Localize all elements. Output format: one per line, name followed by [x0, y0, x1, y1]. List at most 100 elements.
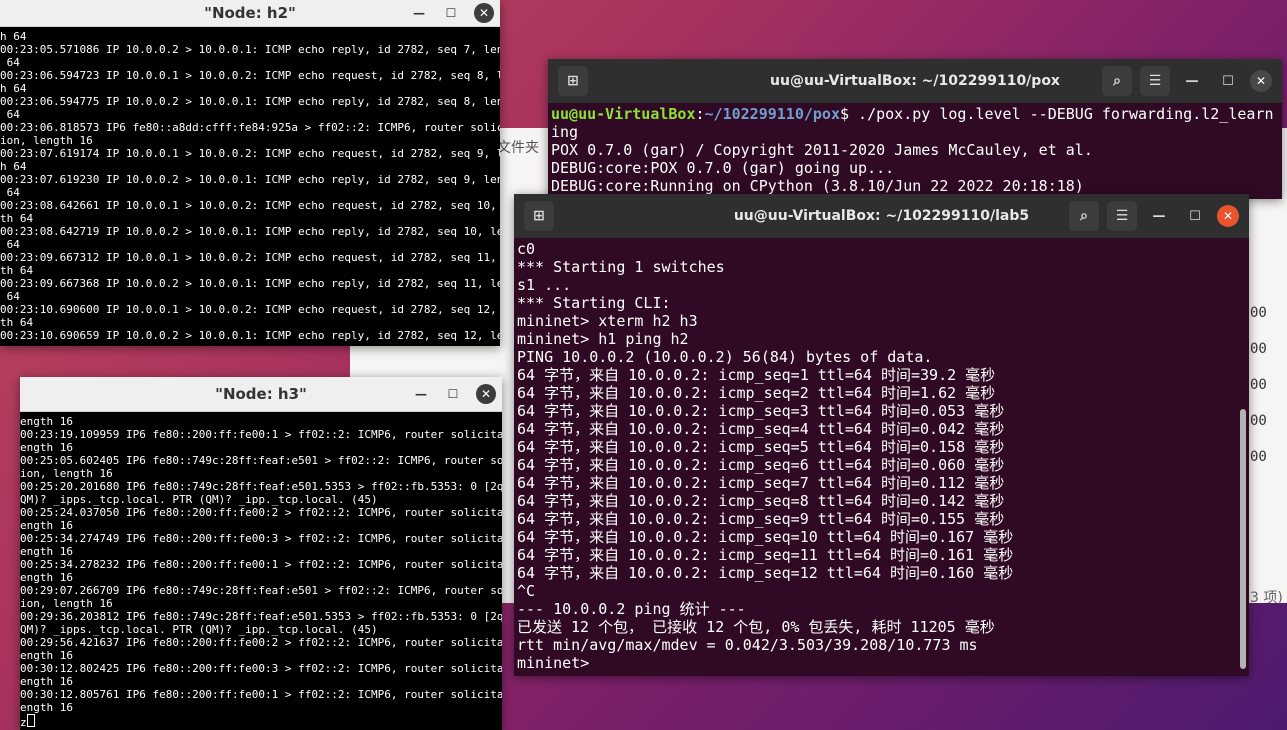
output-line: 00:29:07.266709 IP6 fe80::749c:28ff:feaf…	[20, 584, 502, 597]
output-line: 00:23:05.571086 IP 10.0.0.2 > 10.0.0.1: …	[0, 43, 500, 56]
new-tab-icon[interactable]: ⊞	[524, 201, 554, 231]
terminal-titlebar-lab5[interactable]: ⊞ uu@uu-VirtualBox: ~/102299110/lab5 ⌕ ☰…	[514, 194, 1249, 238]
output-line: --- 10.0.0.2 ping 统计 ---	[517, 600, 746, 618]
search-icon[interactable]: ⌕	[1102, 66, 1132, 96]
output-line: DEBUG:core:Running on CPython (3.8.10/Ju…	[551, 177, 1084, 195]
minimize-icon[interactable]: —	[412, 385, 430, 403]
minimize-icon[interactable]: —	[410, 4, 428, 22]
window-title: uu@uu-VirtualBox: ~/102299110/pox	[770, 73, 1060, 89]
terminal-window-pox[interactable]: ⊞ uu@uu-VirtualBox: ~/102299110/pox ⌕ ☰ …	[548, 59, 1282, 199]
output-line: h 64	[0, 82, 27, 95]
output-line: POX 0.7.0 (gar) / Copyright 2011-2020 Ja…	[551, 141, 1093, 159]
maximize-icon[interactable]: ☐	[442, 4, 460, 22]
output-line: ength 16	[20, 545, 73, 558]
output-line: 64	[0, 290, 20, 303]
output-line: 00:23:06.818573 IP6 fe80::a8dd:cfff:fe84…	[0, 121, 500, 134]
close-icon[interactable]: ✕	[474, 3, 494, 23]
search-icon[interactable]: ⌕	[1069, 201, 1099, 231]
close-icon[interactable]: ✕	[1217, 205, 1239, 227]
output-line: 00:29:56.421637 IP6 fe80::200:ff:fe00:2 …	[20, 636, 502, 649]
minimize-icon[interactable]: —	[1145, 202, 1173, 230]
maximize-icon[interactable]: ☐	[444, 385, 462, 403]
output-line: 64 字节，来自 10.0.0.2: icmp_seq=7 ttl=64 时间=…	[517, 474, 1005, 492]
output-line: rtt min/avg/max/mdev = 0.042/3.503/39.20…	[517, 636, 978, 654]
file-manager-partial-column: 00 00 00 00 00	[1250, 305, 1267, 465]
prompt-text: z	[20, 716, 27, 729]
terminal-output-pox[interactable]: uu@uu-VirtualBox:~/102299110/pox$ ./pox.…	[548, 103, 1282, 199]
output-line: 64	[0, 186, 20, 199]
output-line: ength 16	[20, 649, 73, 662]
output-line: 00:30:12.805761 IP6 fe80::200:ff:fe00:1 …	[20, 688, 502, 701]
output-line: 00:30:12.802425 IP6 fe80::200:ff:fe00:3 …	[20, 662, 502, 675]
output-line: 00:23:19.109959 IP6 fe80::200:ff:fe00:1 …	[20, 428, 502, 441]
output-line: ing	[551, 123, 579, 141]
output-line: h 64	[0, 160, 27, 173]
xterm-titlebar-h3[interactable]: "Node: h3" — ☐ ✕	[20, 377, 502, 412]
output-line: 00:23:09.667368 IP 10.0.0.2 > 10.0.0.1: …	[0, 277, 500, 290]
cursor	[26, 714, 35, 727]
close-icon[interactable]: ✕	[1250, 70, 1272, 92]
output-line: th 64	[0, 264, 34, 277]
output-line: ^C	[517, 582, 536, 600]
xterm-output-h2[interactable]: h 64 00:23:05.571086 IP 10.0.0.2 > 10.0.0…	[0, 27, 500, 346]
output-line: 00:25:24.037050 IP6 fe80::200:ff:fe00:2 …	[20, 506, 502, 519]
xterm-titlebar-h2[interactable]: "Node: h2" — ☐ ✕	[0, 0, 500, 27]
menu-icon[interactable]: ☰	[1140, 66, 1170, 96]
output-line: QM)? _ipps._tcp.local. PTR (QM)? _ipp._t…	[20, 493, 378, 506]
output-line: ion, length 16	[0, 134, 93, 147]
minimize-icon[interactable]: —	[1178, 67, 1206, 95]
close-icon[interactable]: ✕	[476, 384, 496, 404]
terminal-output-lab5[interactable]: c0 *** Starting 1 switches s1 ... *** Start…	[514, 238, 1249, 674]
maximize-icon[interactable]: ☐	[1181, 202, 1209, 230]
output-line: QM)? _ipps._tcp.local. PTR (QM)? _ipp._t…	[20, 623, 378, 636]
output-line: ion, length 16	[20, 467, 113, 480]
output-line: 00:23:06.594723 IP 10.0.0.1 > 10.0.0.2: …	[0, 69, 500, 82]
output-line: ength 16	[20, 415, 73, 428]
output-line: mininet>	[517, 654, 599, 672]
output-line: 00:23:09.667312 IP 10.0.0.1 > 10.0.0.2: …	[0, 251, 500, 264]
output-line: 64 字节，来自 10.0.0.2: icmp_seq=5 ttl=64 时间=…	[517, 438, 1005, 456]
output-line: 64 字节，来自 10.0.0.2: icmp_seq=3 ttl=64 时间=…	[517, 402, 1005, 420]
output-line: 00:25:34.274749 IP6 fe80::200:ff:fe00:3 …	[20, 532, 502, 545]
output-line: 00:25:20.201680 IP6 fe80::749c:28ff:feaf…	[20, 480, 502, 493]
item-count-label: 3 项)	[1250, 590, 1283, 606]
output-line: 64 字节，来自 10.0.0.2: icmp_seq=11 ttl=64 时间…	[517, 546, 1014, 564]
output-line: 00:25:34.278232 IP6 fe80::200:ff:fe00:1 …	[20, 558, 502, 571]
window-title: uu@uu-VirtualBox: ~/102299110/lab5	[733, 208, 1030, 224]
window-title: "Node: h3"	[215, 385, 307, 403]
output-line: 64 字节，来自 10.0.0.2: icmp_seq=6 ttl=64 时间=…	[517, 456, 1005, 474]
menu-icon[interactable]: ☰	[1107, 201, 1137, 231]
maximize-icon[interactable]: ☐	[1214, 67, 1242, 95]
output-line: 64 字节，来自 10.0.0.2: icmp_seq=9 ttl=64 时间=…	[517, 510, 1005, 528]
prompt-user: uu@uu-VirtualBox	[551, 105, 696, 123]
output-line: 64 字节，来自 10.0.0.2: icmp_seq=1 ttl=64 时间=…	[517, 366, 996, 384]
terminal-window-lab5[interactable]: ⊞ uu@uu-VirtualBox: ~/102299110/lab5 ⌕ ☰…	[514, 194, 1249, 676]
output-line: 64 字节，来自 10.0.0.2: icmp_seq=10 ttl=64 时间…	[517, 528, 1014, 546]
output-line: 64 字节，来自 10.0.0.2: icmp_seq=8 ttl=64 时间=…	[517, 492, 1005, 510]
output-line: ength 16	[20, 441, 73, 454]
prompt-line: z	[20, 714, 502, 729]
output-line: PING 10.0.0.2 (10.0.0.2) 56(84) bytes of…	[517, 348, 933, 366]
output-line: mininet> h1 ping h2	[517, 330, 689, 348]
output-line: *** Starting 1 switches	[517, 258, 725, 276]
output-line: ength 16	[20, 571, 73, 584]
output-line: 00:23:08.642719 IP 10.0.0.2 > 10.0.0.1: …	[0, 225, 500, 238]
output-line: 64 字节，来自 10.0.0.2: icmp_seq=4 ttl=64 时间=…	[517, 420, 1005, 438]
prompt-command: $ ./pox.py log.level --DEBUG forwarding.…	[840, 105, 1274, 123]
output-line: 00:29:36.203812 IP6 fe80::749c:28ff:feaf…	[20, 610, 502, 623]
output-line: th 64	[0, 212, 34, 225]
xterm-window-h3[interactable]: "Node: h3" — ☐ ✕ ength 16 00:23:19.109959…	[20, 377, 502, 730]
terminal-titlebar-pox[interactable]: ⊞ uu@uu-VirtualBox: ~/102299110/pox ⌕ ☰ …	[548, 59, 1282, 103]
scrollbar[interactable]	[1240, 409, 1246, 669]
xterm-window-h2[interactable]: "Node: h2" — ☐ ✕ h 64 00:23:05.571086 IP …	[0, 0, 500, 346]
window-title: "Node: h2"	[204, 4, 296, 22]
output-line: h 64	[0, 30, 27, 43]
prompt-path: ~/102299110/pox	[704, 105, 840, 123]
output-line: 64	[0, 108, 20, 121]
xterm-output-h3[interactable]: ength 16 00:23:19.109959 IP6 fe80::200:ff…	[20, 412, 502, 730]
output-line: ion, length 16	[20, 597, 113, 610]
output-line: DEBUG:core:POX 0.7.0 (gar) going up...	[551, 159, 895, 177]
output-line: 00:23:10.690659 IP 10.0.0.2 > 10.0.0.1: …	[0, 329, 500, 342]
new-tab-icon[interactable]: ⊞	[558, 66, 588, 96]
output-line: 00:25:05.602405 IP6 fe80::749c:28ff:feaf…	[20, 454, 502, 467]
